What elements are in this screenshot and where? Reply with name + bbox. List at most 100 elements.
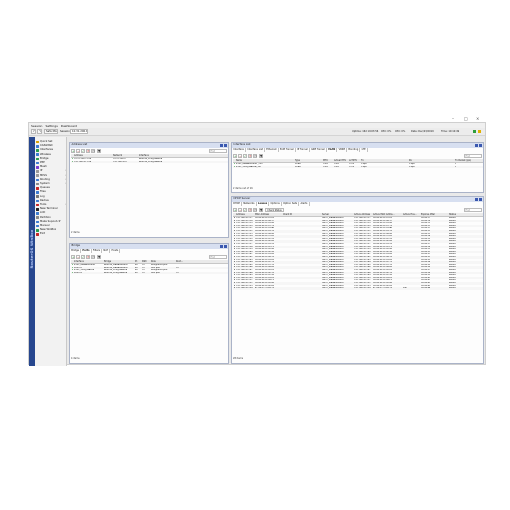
tab-ip-tunnel[interactable]: IP Tunnel [296, 148, 310, 152]
window-close-button[interactable]: × [476, 116, 479, 121]
header-path[interactable]: Path [142, 260, 147, 264]
header-address[interactable]: Address [74, 154, 83, 158]
header-mtu[interactable]: MTU [323, 159, 328, 163]
disable-icon[interactable]: ✕ [86, 148, 90, 153]
disable-icon[interactable]: ✕ [248, 153, 252, 158]
header-root[interactable]: Root... [176, 260, 183, 264]
dhcp-close-button[interactable] [479, 197, 482, 201]
tab-interface[interactable]: Interface [232, 148, 247, 152]
tab-leases[interactable]: Leases [256, 202, 270, 206]
comment-icon[interactable]: ▭ [91, 148, 95, 153]
tab-ethernet[interactable]: Ethernet [265, 148, 279, 152]
address-list-maximize-button[interactable] [220, 143, 223, 147]
header-role[interactable]: Role [151, 260, 156, 264]
filter-icon[interactable]: ▼ [259, 207, 263, 212]
add-icon[interactable]: + [71, 148, 75, 153]
tab-vrrp[interactable]: VRRP [337, 148, 348, 152]
interface-list-close-button[interactable] [479, 143, 482, 147]
session-selector[interactable]: 10.31.206.11 [70, 129, 88, 134]
tab-interface-list[interactable]: Interface List [246, 148, 266, 152]
tab-networks[interactable]: Networks [242, 202, 257, 206]
tab-options[interactable]: Options [269, 202, 282, 206]
menu-session[interactable]: Session [31, 124, 42, 128]
header-active-mac[interactable]: Active MAC Addre... [373, 213, 395, 217]
tab-nat[interactable]: NAT [102, 249, 111, 253]
tab-lte[interactable]: LTE [360, 148, 368, 152]
check-status-button[interactable]: Check Status [265, 207, 284, 212]
enable-icon[interactable]: ✓ [81, 148, 85, 153]
header-rx[interactable]: Rx [409, 159, 412, 163]
tab-ports[interactable]: Ports [81, 249, 92, 253]
menu-settings[interactable]: Settings [45, 124, 57, 128]
filter-icon[interactable]: ▼ [97, 148, 101, 153]
dhcp-find-input[interactable]: Find [464, 207, 482, 212]
comment-icon[interactable]: ▭ [253, 153, 257, 158]
tab-vlan[interactable]: VLAN [326, 148, 338, 152]
add-icon[interactable]: + [233, 207, 237, 212]
header-bridge[interactable]: Bridge [104, 260, 111, 264]
table-row[interactable]: ▪ ETH2_VPN@WAN1A_300 VLAN 1500 1500 1576 0 bps… [233, 165, 483, 169]
tab-dhcp[interactable]: DHCP [232, 202, 243, 206]
bridge-find-input[interactable]: Find [209, 254, 227, 259]
header-tx[interactable]: Tx [361, 159, 364, 163]
add-icon[interactable]: + [233, 153, 237, 158]
remove-icon[interactable]: − [238, 153, 242, 158]
header-status[interactable]: Status [449, 213, 456, 217]
tab-eoip-tunnel[interactable]: EoIP Tunnel [279, 148, 296, 152]
tab-alerts[interactable]: Alerts [299, 202, 310, 206]
header-network[interactable]: Network [113, 154, 122, 158]
tab-bonding[interactable]: Bonding [347, 148, 361, 152]
tab-hosts[interactable]: Hosts [110, 249, 121, 253]
window-maximize-button[interactable]: □ [464, 116, 468, 121]
header-tx-packet[interactable]: Tx Packet (p/s) [455, 159, 471, 163]
tab-bridge[interactable]: Bridge [70, 249, 82, 253]
tab-option-sets[interactable]: Option Sets [282, 202, 300, 206]
header-name[interactable]: Name [236, 159, 242, 163]
bridge-close-button[interactable] [224, 244, 227, 248]
comment-icon[interactable]: ▭ [91, 254, 95, 259]
menu-dashboard[interactable]: Dashboard [61, 124, 77, 128]
bridge-maximize-button[interactable] [220, 244, 223, 248]
header-l2-mtu[interactable]: L2 MTU [349, 159, 357, 163]
redo-button[interactable]: ↷ [37, 129, 42, 134]
table-row[interactable]: ▪ ether12 BRIDGE_VPN@WAN1A 80 10 root port 10 [71, 271, 228, 275]
header-mac-address[interactable]: MAC Address [255, 213, 269, 217]
tab-gre-tunnel[interactable]: GRE Tunnel [310, 148, 327, 152]
header-interface[interactable]: Interface [74, 260, 84, 264]
address-list-close-button[interactable] [224, 143, 227, 147]
enable-icon[interactable]: ✓ [81, 254, 85, 259]
disable-icon[interactable]: ✕ [248, 207, 252, 212]
comment-icon[interactable]: ▭ [253, 207, 257, 212]
disable-icon[interactable]: ✕ [86, 254, 90, 259]
header-active-address[interactable]: Active Address [354, 213, 370, 217]
table-row[interactable]: ▪ 192.168.30.254 4C:5E:0C:7F:B2:7E DHCP_MAN… [233, 287, 483, 290]
interface-list-maximize-button[interactable] [475, 143, 478, 147]
address-list-find-input[interactable]: Find [209, 148, 227, 153]
header-actual-mtu[interactable]: Actual MTU [334, 159, 346, 163]
filter-icon[interactable]: ▼ [259, 153, 263, 158]
header-interface[interactable]: Interface [139, 154, 149, 158]
interface-list-find-input[interactable]: Find [464, 153, 482, 158]
remove-icon[interactable]: − [76, 254, 80, 259]
remove-icon[interactable]: − [238, 207, 242, 212]
undo-button[interactable]: ↶ [31, 129, 36, 134]
dhcp-maximize-button[interactable] [475, 197, 478, 201]
header-expires-after[interactable]: Expires After [421, 213, 435, 217]
add-icon[interactable]: + [71, 254, 75, 259]
tab-filters[interactable]: Filters [92, 249, 103, 253]
header-type[interactable]: Type [295, 159, 300, 163]
filter-icon[interactable]: ▼ [97, 254, 101, 259]
header-client-id[interactable]: Client ID [283, 213, 292, 217]
row-type-icon: ▪ [71, 271, 73, 274]
enable-icon[interactable]: ✓ [243, 153, 247, 158]
window-minimize-button[interactable]: – [452, 116, 454, 121]
safe-mode-button[interactable]: Safe Mode [44, 129, 58, 134]
enable-icon[interactable]: ✓ [243, 207, 247, 212]
remove-icon[interactable]: − [76, 148, 80, 153]
sidebar-item-exit[interactable]: Exit [36, 232, 67, 236]
header-active-host[interactable]: Active Hos... [403, 213, 417, 217]
table-row[interactable]: ▪ 192.168.30.1/24 192.168.30.0 BRIDGE_VPN@W… [71, 160, 228, 164]
header-server[interactable]: Server [322, 213, 329, 217]
header-address[interactable]: Address [236, 213, 245, 217]
header-priority[interactable]: Pr. [135, 260, 138, 264]
